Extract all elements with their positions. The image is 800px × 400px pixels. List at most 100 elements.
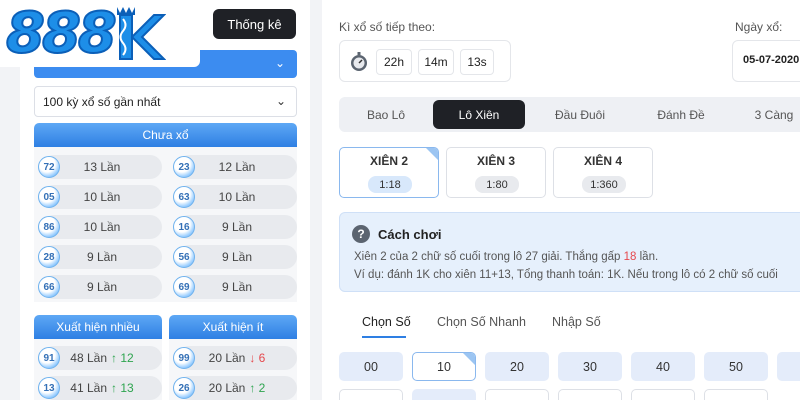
- betting-panel: Kì xổ số tiếp theo: 22h 14m 13s Ngày xổ:…: [322, 0, 800, 400]
- number-ball: 28: [38, 246, 60, 268]
- xien-rate: 1:18: [368, 176, 412, 193]
- count-pill: 10 Lần: [42, 185, 162, 209]
- count-pill: 20 Lần ↓ 6: [177, 346, 297, 370]
- logo-k: K: [114, 5, 166, 63]
- tab-chon-so[interactable]: Chọn Số: [362, 315, 411, 329]
- list-item: 56 9 Lần: [173, 245, 297, 269]
- number-cell[interactable]: [339, 389, 403, 400]
- how-to-play-box: ? Cách chơi Xiên 2 của 2 chữ số cuối tro…: [339, 212, 800, 292]
- number-cell[interactable]: [631, 389, 695, 400]
- tab-chon-so-nhanh[interactable]: Chọn Số Nhanh: [437, 315, 526, 329]
- number-cell[interactable]: [558, 389, 622, 400]
- number-cell[interactable]: [412, 389, 476, 400]
- number-50[interactable]: 50: [704, 352, 768, 381]
- list-item: 66 9 Lần: [38, 275, 162, 299]
- xien-3-card[interactable]: XIÊN 3 1:80: [446, 147, 546, 198]
- list-item: 16 9 Lần: [173, 215, 297, 239]
- list-item: 05 10 Lần: [38, 185, 162, 209]
- count-pill: 9 Lần: [42, 275, 162, 299]
- number-ball: 69: [173, 276, 195, 298]
- least-frequent-header: Xuất hiện ít: [169, 315, 297, 339]
- number-cell[interactable]: [704, 389, 768, 400]
- count-pill: 9 Lần: [177, 245, 297, 269]
- list-item: 13 41 Lần ↑ 13: [38, 376, 162, 400]
- number-ball: 91: [38, 347, 60, 369]
- list-item: 23 12 Lần: [173, 155, 297, 179]
- stopwatch-icon: [351, 52, 367, 71]
- count-label: 20 Lần: [208, 351, 246, 365]
- xien-4-card[interactable]: XIÊN 4 1:360: [553, 147, 653, 198]
- count-pill: 13 Lần: [42, 155, 162, 179]
- most-frequent-header: Xuất hiện nhiều: [34, 315, 162, 339]
- active-tab-indicator: [362, 336, 406, 338]
- statistics-button[interactable]: Thống kê: [213, 9, 296, 39]
- tab-nhap-so[interactable]: Nhập Số: [552, 315, 601, 329]
- xien-name: XIÊN 4: [583, 154, 622, 168]
- timer-minutes: 14m: [418, 49, 454, 75]
- xien-2-card[interactable]: XIÊN 2 1:18: [339, 147, 439, 198]
- count-pill: 9 Lần: [42, 245, 162, 269]
- payout-multiplier: 18: [623, 251, 637, 263]
- count-pill: 9 Lần: [177, 215, 297, 239]
- timer-hours: 22h: [376, 49, 412, 75]
- xien-rate: 1:360: [582, 176, 626, 193]
- count-pill: 12 Lần: [177, 155, 297, 179]
- list-item: 86 10 Lần: [38, 215, 162, 239]
- trend-up: ↑ 2: [249, 381, 266, 395]
- bet-type-tabs: Bao Lô Lô Xiên Đầu Đuôi Đánh Đề 3 Càng: [339, 97, 800, 132]
- count-label: 20 Lần: [208, 381, 246, 395]
- number-20[interactable]: 20: [485, 352, 549, 381]
- number-00[interactable]: 00: [339, 352, 403, 381]
- number-40[interactable]: 40: [631, 352, 695, 381]
- list-item: 63 10 Lần: [173, 185, 297, 209]
- recent-draws-select[interactable]: 100 kỳ xổ số gần nhất ⌄: [34, 86, 297, 117]
- xien-name: XIÊN 3: [476, 154, 515, 168]
- not-drawn-title: Chưa xổ: [142, 128, 189, 142]
- not-drawn-header: Chưa xổ: [34, 123, 297, 147]
- count-label: 41 Lần: [70, 381, 107, 395]
- number-next[interactable]: [777, 352, 800, 381]
- how-to-play-line-1: Xiên 2 của 2 chữ số cuối trong lô 27 giả…: [354, 251, 658, 263]
- number-ball: 23: [173, 156, 195, 178]
- tab-lo-xien[interactable]: Lô Xiên: [433, 100, 525, 129]
- xien-rate: 1:80: [475, 176, 519, 193]
- number-ball: 66: [38, 276, 60, 298]
- number-ball: 56: [173, 246, 195, 268]
- list-item: 28 9 Lần: [38, 245, 162, 269]
- number-cell[interactable]: [485, 389, 549, 400]
- chevron-down-icon: ⌄: [274, 56, 285, 70]
- xien-name: XIÊN 2: [369, 154, 408, 168]
- least-frequent-title: Xuất hiện ít: [202, 320, 264, 334]
- countdown-timer: 22h 14m 13s: [339, 40, 511, 82]
- brand-logo[interactable]: 888 K: [0, 0, 200, 67]
- tab-3-cang[interactable]: 3 Càng: [739, 100, 800, 129]
- tab-danh-de[interactable]: Đánh Đề: [639, 100, 723, 129]
- count-pill: 10 Lần: [177, 185, 297, 209]
- selected-corner-icon: [463, 353, 475, 365]
- number-ball: 26: [173, 377, 195, 399]
- list-item: 26 20 Lần ↑ 2: [173, 376, 297, 400]
- logo-text: 888: [5, 0, 118, 66]
- number-ball: 05: [38, 186, 60, 208]
- list-item: 72 13 Lần: [38, 155, 162, 179]
- number-10[interactable]: 10: [412, 352, 476, 381]
- next-draw-label: Kì xổ số tiếp theo:: [339, 20, 436, 34]
- tab-bao-lo[interactable]: Bao Lô: [349, 100, 423, 129]
- not-drawn-list: 72 13 Lần 23 12 Lần 05 10 Lần 63 10 Lần …: [34, 147, 297, 302]
- tab-dau-duoi[interactable]: Đầu Đuôi: [535, 100, 625, 129]
- number-ball: 99: [173, 347, 195, 369]
- number-ball: 13: [38, 377, 60, 399]
- most-frequent-list: 91 48 Lần ↑ 12 13 41 Lần ↑ 13: [34, 339, 162, 400]
- number-label: 10: [437, 359, 451, 374]
- how-to-play-title: Cách chơi: [378, 227, 442, 242]
- question-icon: ?: [352, 225, 370, 243]
- timer-seconds: 13s: [460, 49, 494, 75]
- number-30[interactable]: 30: [558, 352, 622, 381]
- list-item: 99 20 Lần ↓ 6: [173, 346, 297, 370]
- logo-letter: K: [139, 33, 140, 34]
- count-pill: 10 Lần: [42, 215, 162, 239]
- rule-text: Xiên 2 của 2 chữ số cuối trong lô 27 giả…: [354, 251, 624, 263]
- most-frequent-title: Xuất hiện nhiều: [56, 320, 140, 334]
- count-pill: 48 Lần ↑ 12: [42, 346, 162, 370]
- draw-date-value[interactable]: 05-07-2020: [732, 40, 800, 82]
